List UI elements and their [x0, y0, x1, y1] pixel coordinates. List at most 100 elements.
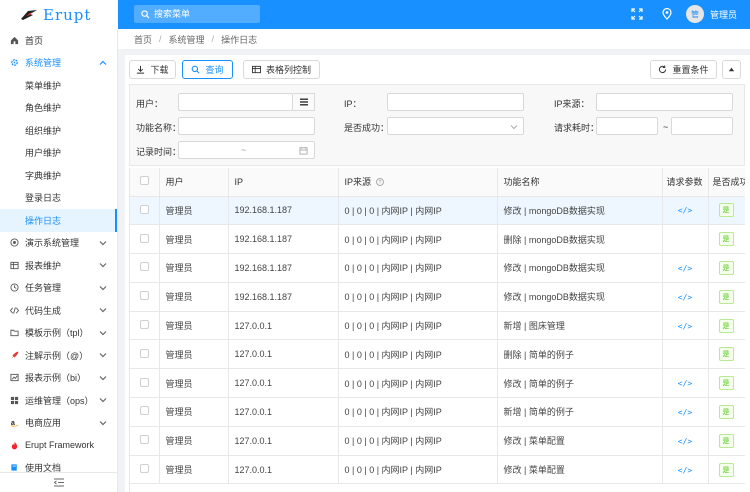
sidebar-item-7[interactable]: 运维管理（ops） [0, 389, 117, 412]
success-filter-select[interactable] [387, 117, 524, 135]
col-header-user[interactable]: 用户 [159, 168, 229, 197]
logo[interactable]: Erupt [0, 0, 118, 29]
time-range-separator: ~ [241, 145, 247, 155]
sidebar-item-2[interactable]: 任务管理 [0, 277, 117, 300]
sidebar-subitem-org[interactable]: 组织维护 [0, 119, 117, 142]
reset-label: 重置条件 [672, 65, 709, 75]
menu-search-input[interactable] [154, 9, 254, 19]
cell-success: 是 [708, 339, 745, 370]
row-checkbox[interactable] [139, 233, 149, 243]
sidebar-subitem-user[interactable]: 用户维护 [0, 142, 117, 165]
reset-button[interactable]: 重置条件 [650, 60, 717, 79]
sidebar-subitem-role[interactable]: 角色维护 [0, 97, 117, 120]
sidebar-item-0[interactable]: 演示系统管理 [0, 232, 117, 255]
breadcrumb-system[interactable]: 系统管理 [169, 33, 205, 46]
query-label: 查询 [205, 65, 224, 75]
sidebar-item-5[interactable]: 注解示例（@） [0, 344, 117, 367]
sidebar-item-4[interactable]: 模板示例（tpl） [0, 322, 117, 345]
cell-function: 新增 | 简单的例子 [497, 397, 663, 427]
cell-params: </> [662, 253, 709, 283]
code-icon[interactable]: </> [678, 293, 692, 302]
sidebar-item-3[interactable]: 代码生成 [0, 299, 117, 322]
table-row[interactable]: 管理员 127.0.0.1 0 | 0 | 0 | 内网IP | 内网IP 修改 | … [130, 455, 745, 485]
col-header-params[interactable]: 请求参数 [662, 168, 709, 197]
table-row[interactable]: 管理员 127.0.0.1 0 | 0 | 0 | 内网IP | 内网IP 删除 | … [130, 339, 745, 370]
function-filter-input[interactable] [178, 117, 315, 135]
row-checkbox[interactable] [139, 377, 149, 387]
data-table: 用户 IP IP来源 ? 功能名称 请求参数 是否成功 管理员 192.168.1… [129, 168, 745, 492]
table-row[interactable]: 管理员 127.0.0.1 0 | 0 | 0 | 内网IP | 内网IP 修改 | … [130, 426, 745, 456]
sidebar-item-1[interactable]: 报表维护 [0, 254, 117, 277]
row-checkbox[interactable] [139, 262, 149, 272]
sidebar-subitem-operation-log[interactable]: 操作日志 [0, 209, 117, 232]
row-checkbox[interactable] [139, 406, 149, 416]
code-icon[interactable]: </> [678, 437, 692, 446]
question-circle-icon[interactable]: ? [375, 178, 384, 186]
breadcrumb-home[interactable]: 首页 [134, 33, 152, 46]
column-control-button[interactable]: 表格列控制 [243, 60, 320, 79]
time-range-picker[interactable]: ~ [178, 141, 315, 159]
table-row[interactable]: 管理员 192.168.1.187 0 | 0 | 0 | 内网IP | 内网IP 修… [130, 196, 745, 226]
cell-params: </> [662, 196, 709, 226]
menu-search[interactable] [134, 5, 260, 23]
select-all-checkbox[interactable] [139, 176, 149, 186]
sidebar-subitem-login-log[interactable]: 登录日志 [0, 187, 117, 210]
fullscreen-icon[interactable] [631, 8, 643, 20]
col-header-ip[interactable]: IP [228, 168, 339, 197]
duration-min-input[interactable] [596, 117, 658, 135]
table-row[interactable]: 管理员 192.168.1.187 0 | 0 | 0 | 内网IP | 内网IP 修… [130, 282, 745, 312]
table-row[interactable]: 管理员 127.0.0.1 0 | 0 | 0 | 内网IP | 内网IP 新增 | … [130, 397, 745, 427]
avatar: 管 [686, 5, 704, 23]
code-icon[interactable]: </> [678, 264, 692, 273]
table-row[interactable]: 管理员 192.168.1.187 0 | 0 | 0 | 内网IP | 内网IP 删… [130, 224, 745, 255]
code-icon[interactable]: </> [678, 322, 692, 331]
table-row[interactable]: 管理员 192.168.1.187 0 | 0 | 0 | 内网IP | 内网IP 修… [130, 253, 745, 283]
duration-max-input[interactable] [671, 117, 733, 135]
duration-separator: ~ [663, 122, 669, 132]
sidebar-item-label: 运维管理（ops） [25, 395, 94, 406]
code-icon[interactable]: </> [678, 379, 692, 388]
row-checkbox[interactable] [139, 435, 149, 445]
row-checkbox[interactable] [139, 320, 149, 330]
status-badge: 是 [718, 433, 734, 448]
sidebar-item-8[interactable]: a 电商应用 [0, 412, 117, 435]
status-badge: 是 [718, 232, 734, 247]
cell-user: 管理员 [159, 397, 229, 427]
sidebar-collapse-button[interactable] [0, 472, 118, 492]
sidebar-subitem-dict[interactable]: 字典维护 [0, 164, 117, 187]
sidebar-item-6[interactable]: 报表示例（bi） [0, 367, 117, 390]
cell-success: 是 [708, 311, 745, 341]
row-checkbox[interactable] [139, 204, 149, 214]
row-checkbox[interactable] [139, 464, 149, 474]
sidebar-item-9[interactable]: Erupt Framework [0, 434, 117, 457]
amazon-icon: a [10, 418, 19, 427]
ip-filter-input[interactable] [387, 93, 524, 111]
location-icon[interactable] [661, 8, 673, 20]
col-header-success[interactable]: 是否成功 [708, 168, 745, 197]
user-filter-lookup-button[interactable] [293, 93, 315, 111]
user-menu[interactable]: 管 管理员 [686, 5, 737, 23]
svg-text:?: ? [378, 180, 381, 186]
download-button[interactable]: 下载 [129, 60, 176, 79]
ip-source-filter-input[interactable] [596, 93, 733, 111]
code-icon[interactable]: </> [678, 466, 692, 475]
status-badge: 是 [718, 376, 734, 391]
collapse-filter-button[interactable] [722, 60, 741, 79]
col-header-ip-source[interactable]: IP来源 ? [338, 168, 498, 197]
row-checkbox[interactable] [139, 291, 149, 301]
search-icon [192, 65, 200, 74]
sidebar-item-system[interactable]: 系统管理 [0, 52, 117, 75]
table-row[interactable]: 管理员 127.0.0.1 0 | 0 | 0 | 内网IP | 内网IP 修改 | … [130, 368, 745, 399]
table-row[interactable]: 管理员 127.0.0.1 0 | 0 | 0 | 内网IP | 内网IP 新增 | … [130, 311, 745, 341]
filter-panel: 用户： IP： IP来源： 功能名称： 是否成功： 请求耗时： ~ 记录时间： … [129, 84, 745, 166]
sidebar-item-home[interactable]: 首页 [0, 29, 117, 52]
code-icon[interactable]: </> [678, 408, 692, 417]
row-checkbox[interactable] [139, 348, 149, 358]
user-filter-input[interactable] [178, 93, 293, 111]
cell-success: 是 [708, 224, 745, 255]
code-icon[interactable]: </> [678, 206, 692, 215]
cell-ip-source: 0 | 0 | 0 | 内网IP | 内网IP [338, 397, 498, 427]
query-button[interactable]: 查询 [182, 60, 233, 79]
col-header-function[interactable]: 功能名称 [497, 168, 663, 197]
sidebar-subitem-menu[interactable]: 菜单维护 [0, 74, 117, 97]
